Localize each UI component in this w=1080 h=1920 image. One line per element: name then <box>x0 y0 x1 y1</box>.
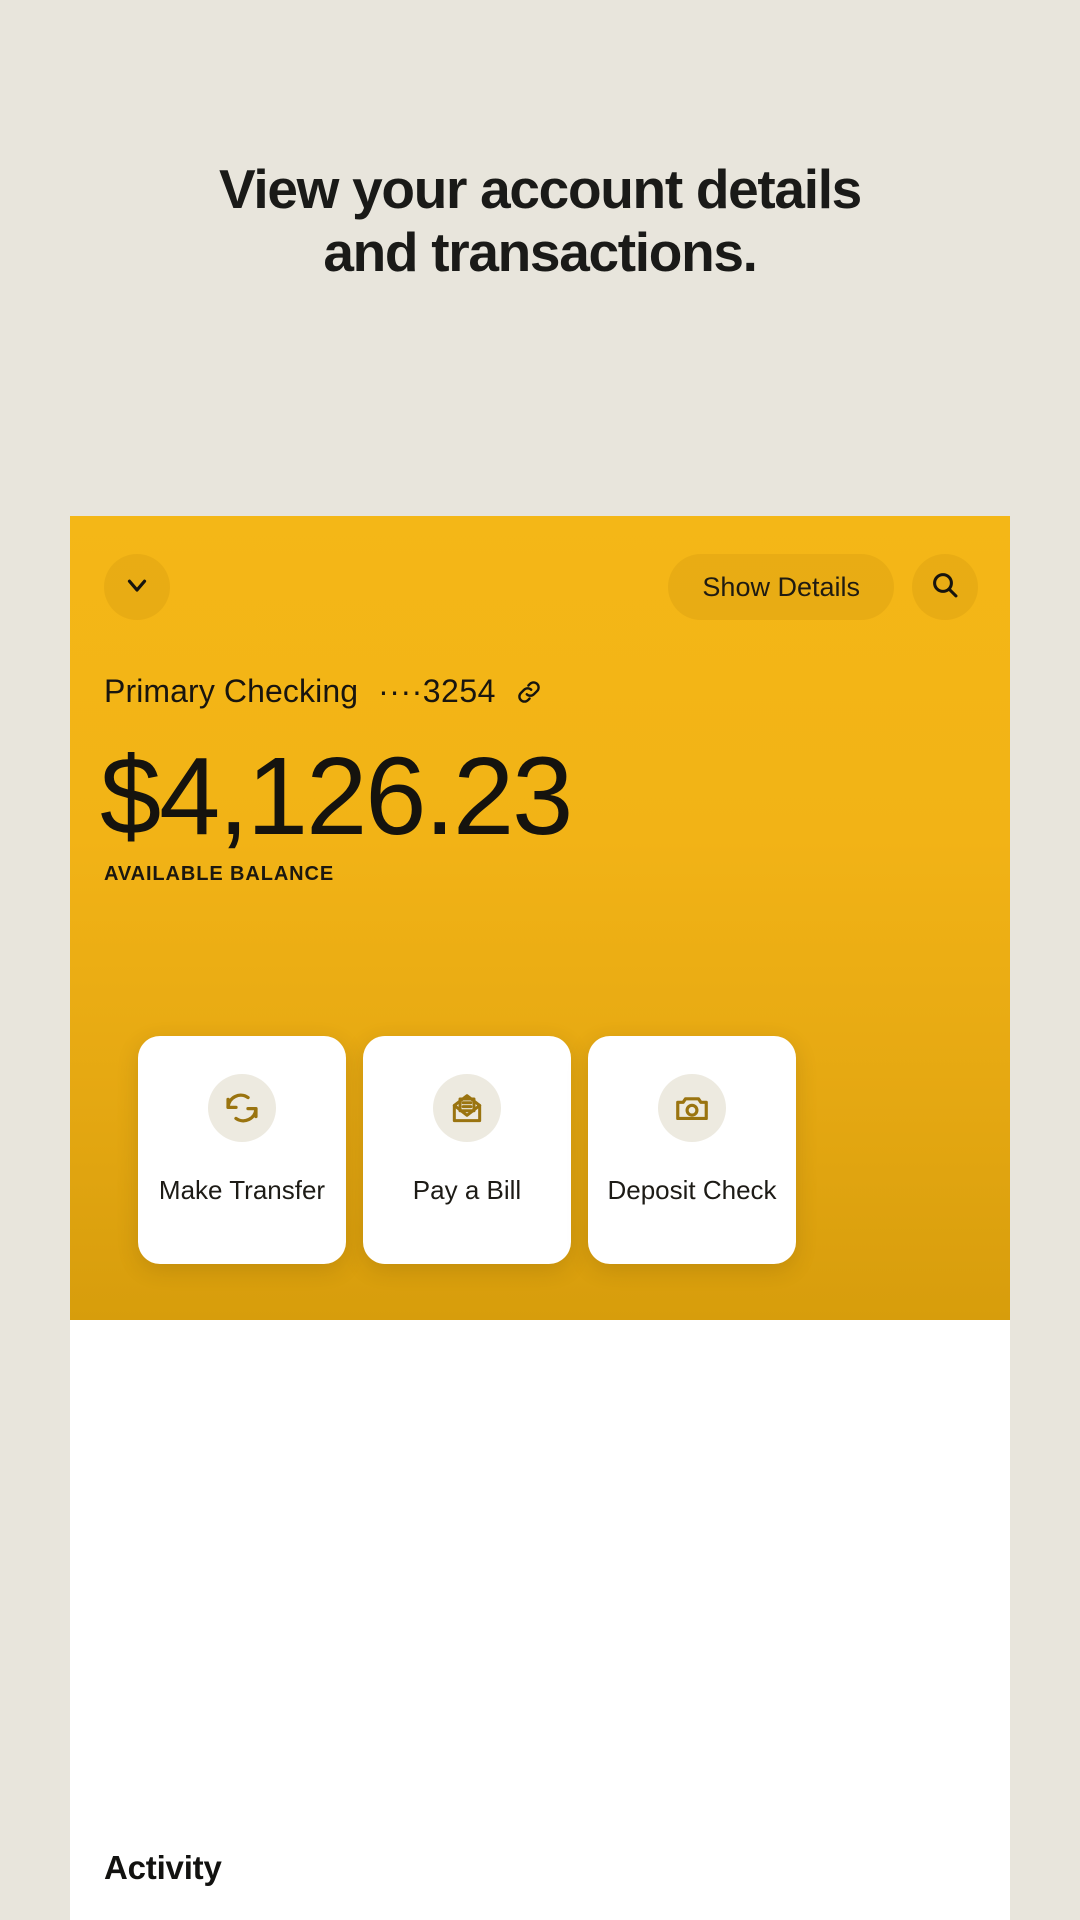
activity-heading: Activity <box>104 1849 222 1886</box>
collapse-account-button[interactable] <box>104 554 170 620</box>
make-transfer-label: Make Transfer <box>158 1175 326 1205</box>
table-row[interactable]: Atmos Energy $320.25 Mar 03, 2022 $4,126… <box>104 1887 976 1920</box>
page-title-line-1: View your account details <box>219 158 862 220</box>
search-icon <box>929 569 961 606</box>
deposit-check-label: Deposit Check <box>607 1175 777 1205</box>
hero-toolbar: Show Details <box>70 542 1010 632</box>
activity-section: Activity Atmos Energy $320.25 Mar 03, 20… <box>70 1780 1010 1920</box>
sync-icon <box>208 1074 276 1142</box>
make-transfer-button[interactable]: Make Transfer <box>138 1036 346 1264</box>
page-title-line-2: and transactions. <box>323 221 758 284</box>
link-icon[interactable] <box>514 677 544 707</box>
page-title: View your account details and transactio… <box>0 158 1080 285</box>
show-details-button[interactable]: Show Details <box>668 554 894 620</box>
pay-a-bill-button[interactable]: Pay a Bill <box>363 1036 571 1264</box>
envelope-icon <box>433 1074 501 1142</box>
available-balance-label: AVAILABLE BALANCE <box>104 863 335 885</box>
search-button[interactable] <box>912 554 978 620</box>
available-balance-amount: $4,126.23 <box>100 735 573 858</box>
pay-a-bill-label: Pay a Bill <box>412 1175 522 1205</box>
quick-actions-row: Make Transfer Pay a Bill Deposit Check <box>70 1036 1010 1264</box>
account-identity-row: Primary Checking ····3254 <box>104 673 544 710</box>
deposit-check-button[interactable]: Deposit Check <box>588 1036 796 1264</box>
account-number-mask: ····3254 <box>378 673 496 709</box>
chevron-down-icon <box>122 570 152 605</box>
camera-icon <box>658 1074 726 1142</box>
show-details-label: Show Details <box>702 571 860 602</box>
account-name: Primary Checking <box>104 673 359 709</box>
